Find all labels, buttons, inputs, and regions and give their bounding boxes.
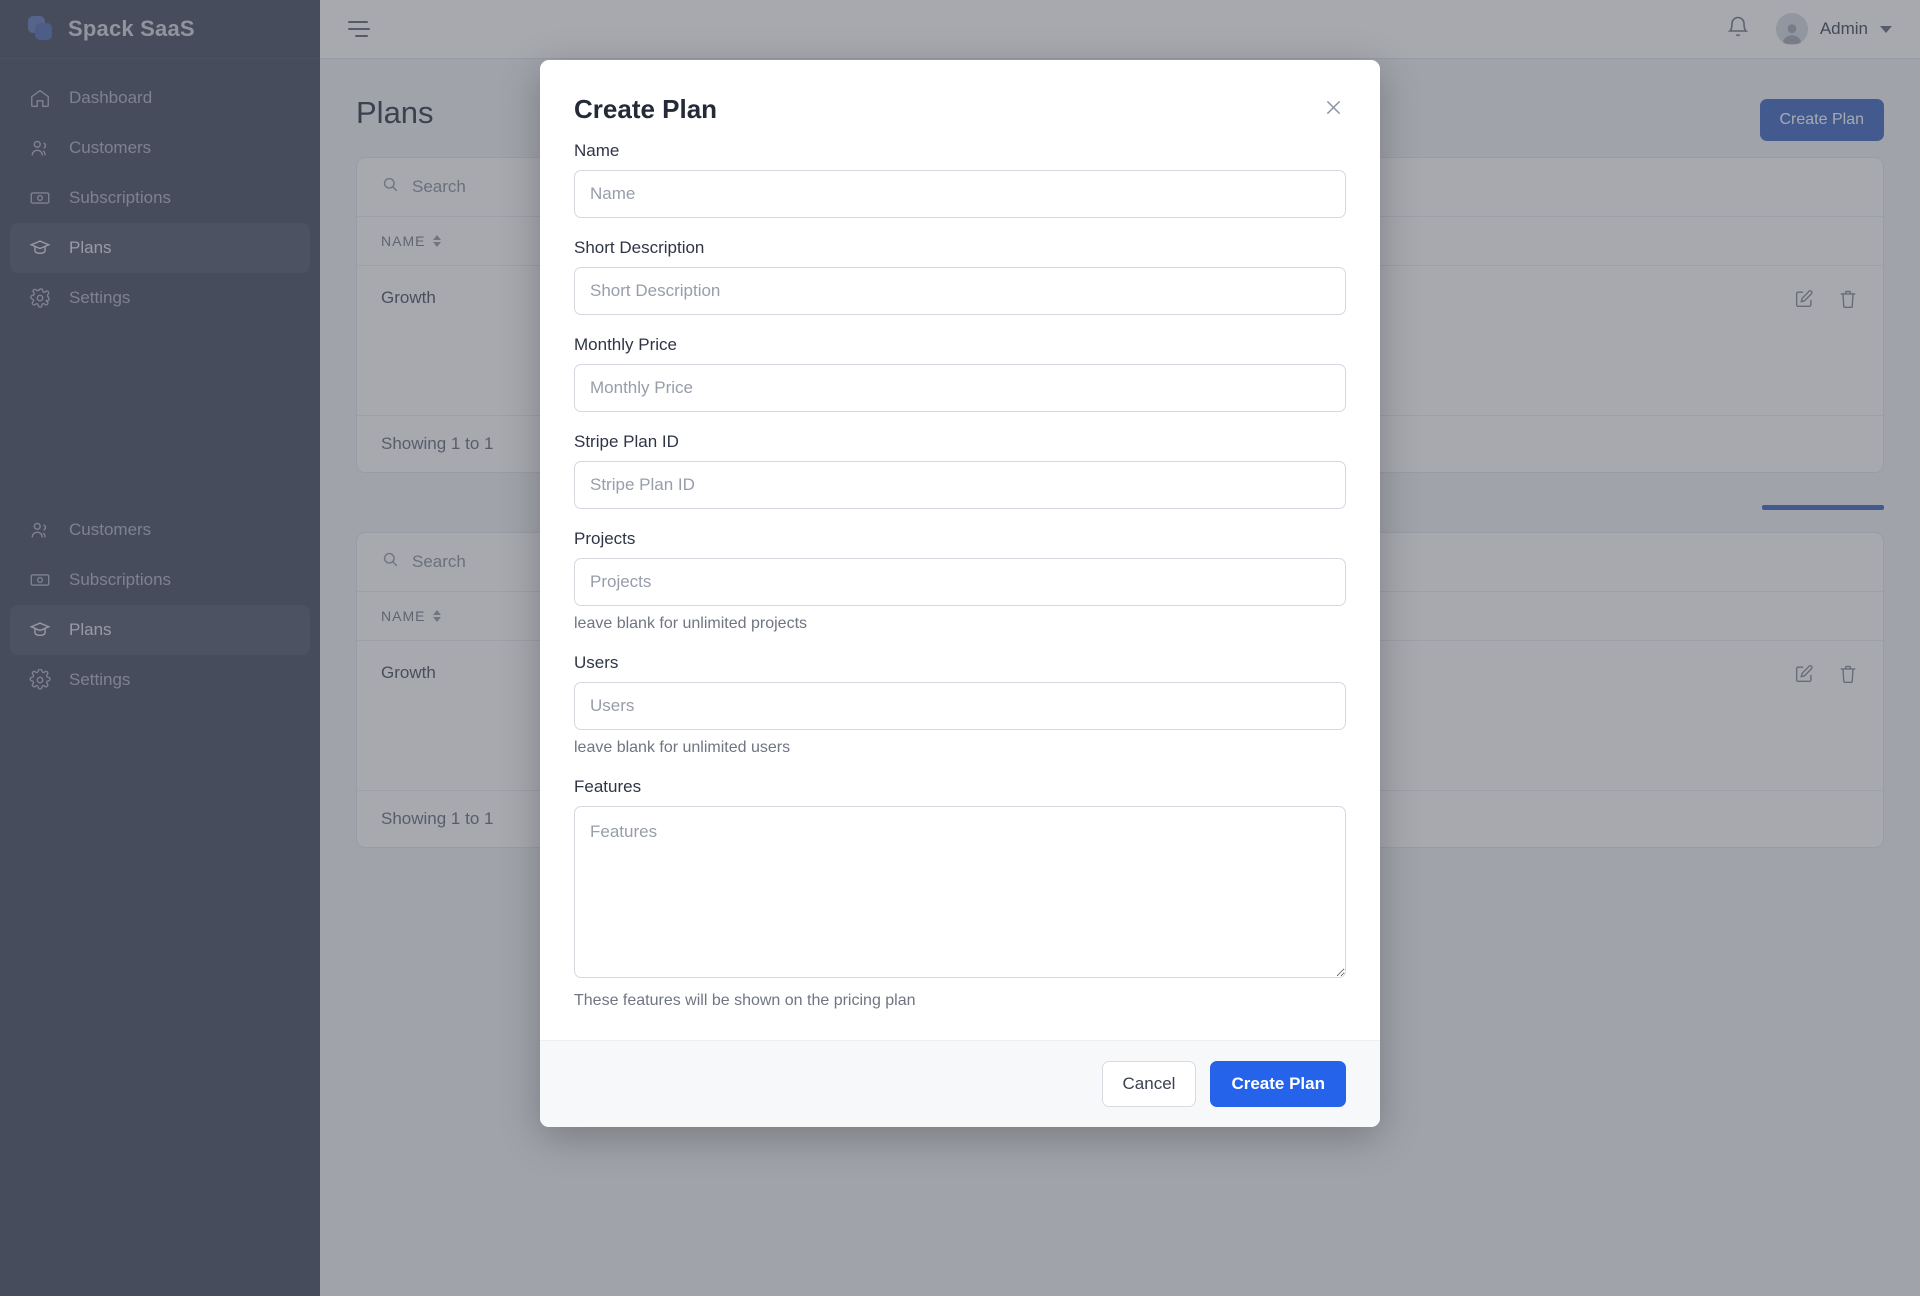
label-projects: Projects: [574, 529, 636, 548]
field-projects: Projects leave blank for unlimited proje…: [574, 529, 1346, 633]
help-projects: leave blank for unlimited projects: [574, 615, 808, 632]
field-monthly-price: Monthly Price: [574, 335, 1346, 412]
modal-header: Create Plan: [540, 60, 1380, 125]
modal-title: Create Plan: [574, 94, 718, 124]
field-short-description: Short Description: [574, 238, 1346, 315]
help-features: These features will be shown on the pric…: [574, 992, 916, 1009]
label-stripe-plan-id: Stripe Plan ID: [574, 432, 679, 451]
short-description-input[interactable]: [574, 267, 1346, 315]
label-short-description: Short Description: [574, 238, 705, 257]
modal-footer: Cancel Create Plan: [540, 1040, 1380, 1127]
field-users: Users leave blank for unlimited users: [574, 653, 1346, 757]
name-input[interactable]: [574, 170, 1346, 218]
field-name: Name: [574, 141, 1346, 218]
cancel-button[interactable]: Cancel: [1101, 1061, 1197, 1107]
create-plan-modal: Create Plan Name Short Description Month…: [540, 60, 1380, 1127]
users-input[interactable]: [574, 682, 1346, 730]
field-features: Features These features will be shown on…: [574, 777, 1346, 1010]
projects-input[interactable]: [574, 558, 1346, 606]
label-name: Name: [574, 141, 620, 160]
create-plan-submit-button[interactable]: Create Plan: [1210, 1061, 1346, 1107]
field-stripe-plan-id: Stripe Plan ID: [574, 432, 1346, 509]
label-features: Features: [574, 777, 642, 796]
monthly-price-input[interactable]: [574, 364, 1346, 412]
label-users: Users: [574, 653, 619, 672]
label-monthly-price: Monthly Price: [574, 335, 677, 354]
app-root: Spack SaaS Dashboard Customers Subscript…: [0, 0, 1920, 1296]
help-users: leave blank for unlimited users: [574, 739, 791, 756]
modal-body: Name Short Description Monthly Price Str…: [540, 125, 1380, 1040]
close-x-icon[interactable]: [1320, 94, 1346, 120]
stripe-plan-id-input[interactable]: [574, 461, 1346, 509]
features-textarea[interactable]: [574, 806, 1346, 978]
